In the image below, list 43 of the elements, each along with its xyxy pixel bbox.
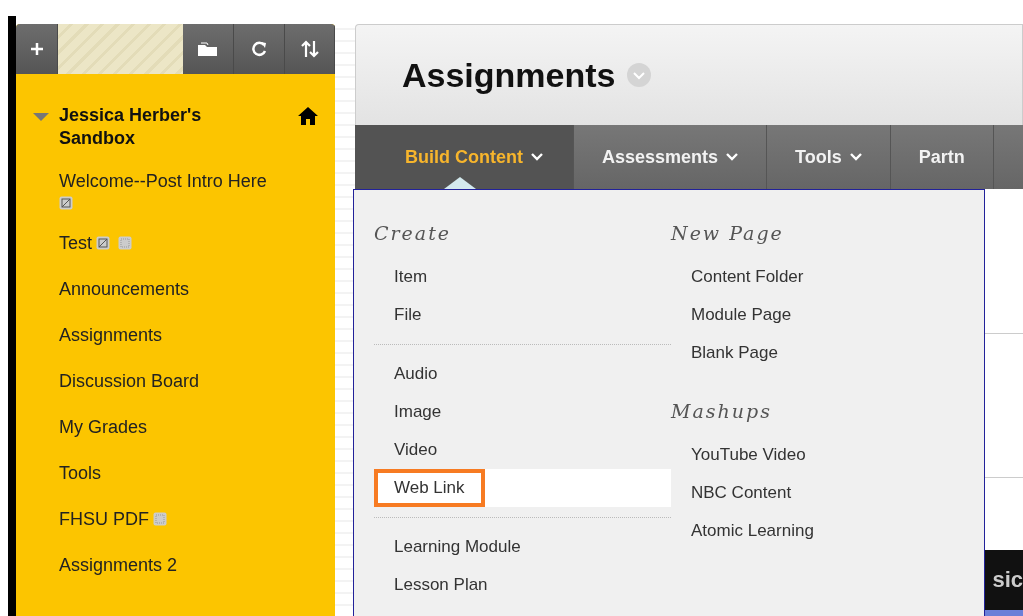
course-menu-link[interactable]: My Grades: [59, 417, 148, 437]
course-title[interactable]: Jessica Herber's Sandbox: [59, 104, 259, 150]
menu-tab[interactable]: Build Content: [355, 125, 574, 189]
home-icon[interactable]: [297, 106, 319, 126]
chevron-down-icon: [726, 153, 739, 161]
section-bar-text: sic: [992, 567, 1023, 593]
menu-heading: Create: [374, 222, 453, 244]
chevron-down-icon: [531, 153, 543, 161]
menu-item[interactable]: Blank Page: [671, 334, 971, 372]
menu-item[interactable]: Video: [374, 431, 671, 469]
menu-item[interactable]: Learning Module: [374, 528, 671, 566]
course-menu-link[interactable]: Tools: [59, 463, 102, 483]
menu-item[interactable]: Image: [374, 393, 671, 431]
restricted-icon: [118, 236, 132, 250]
course-menu-link[interactable]: FHSU PDF: [59, 509, 149, 529]
restricted-icon: [153, 512, 167, 526]
expand-triangle-icon[interactable]: [32, 112, 50, 122]
course-menu-link[interactable]: Test: [59, 233, 92, 253]
course-menu-link[interactable]: Discussion Board: [59, 371, 200, 391]
course-menu-link[interactable]: Announcements: [59, 279, 190, 299]
course-menu-link[interactable]: Assignments: [59, 325, 163, 345]
refresh-icon: [250, 40, 268, 58]
menu-item[interactable]: Web Link: [374, 469, 671, 507]
menu-item[interactable]: Item: [374, 258, 671, 296]
menu-item[interactable]: Audio: [374, 355, 671, 393]
folder-icon: [197, 41, 219, 57]
menu-item[interactable]: Lesson Plan: [374, 566, 671, 604]
menu-item[interactable]: Module Page: [671, 296, 971, 334]
course-menu-link[interactable]: Welcome--Post Intro Here: [59, 171, 267, 191]
page-title: Assignments: [402, 55, 616, 95]
hidden-icon: [96, 236, 110, 250]
menu-item[interactable]: Atomic Learning: [671, 512, 971, 550]
menu-heading: New Page: [671, 222, 785, 244]
sort-icon: [299, 40, 320, 58]
plus-icon: [29, 42, 44, 56]
hidden-icon: [59, 196, 73, 210]
menu-item[interactable]: YouTube Video: [671, 436, 971, 474]
course-menu-link[interactable]: Assignments 2: [59, 555, 178, 575]
menu-heading: Mashups: [671, 400, 773, 422]
menu-item[interactable]: Content Folder: [671, 258, 971, 296]
menu-item[interactable]: NBC Content: [671, 474, 971, 512]
chevron-down-icon: [849, 153, 862, 161]
menu-item[interactable]: File: [374, 296, 671, 334]
